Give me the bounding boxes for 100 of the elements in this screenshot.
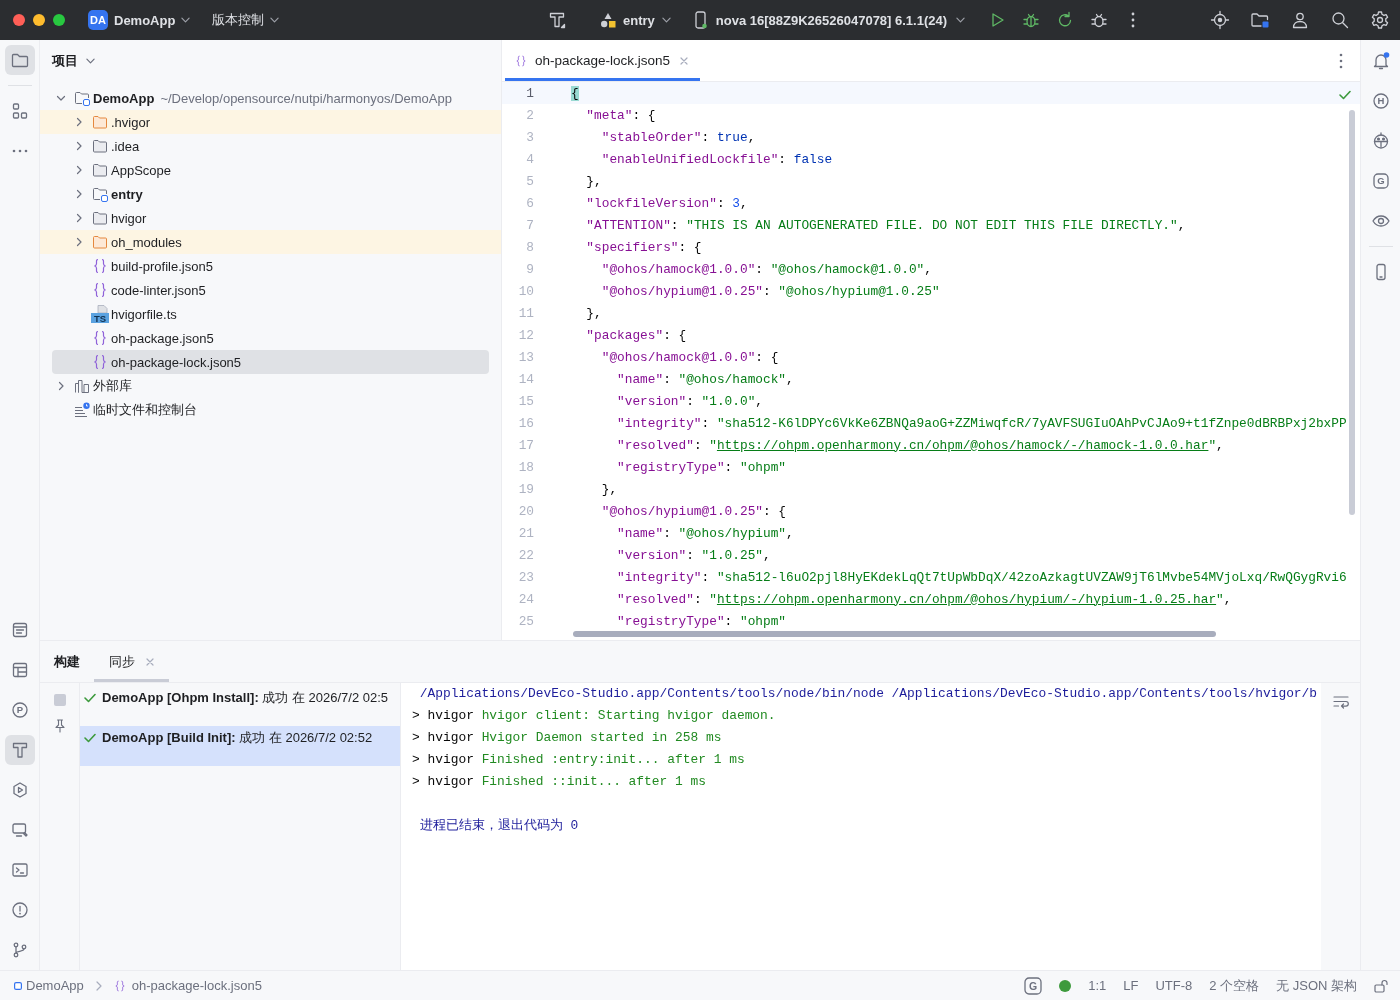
line-number: 20: [518, 503, 534, 519]
code-line: },: [586, 173, 602, 189]
line-number: 25: [518, 613, 534, 629]
tree-item[interactable]: entry: [40, 182, 501, 206]
device-menu[interactable]: nova 16[88Z9K26526047078] 6.1.1(24): [690, 6, 970, 34]
code-line: "integrity": "sha512-l6uO2pjl8HyEKdekLqQt7tUpWbDqX/42zoAzkagtUVZAW9jT6lMvbe54MVjoLxq/RwQGygRvi6: [617, 569, 1347, 585]
library-icon: [74, 378, 90, 394]
folder-icon[interactable]: [1250, 10, 1270, 30]
close-window-button[interactable]: [13, 14, 25, 26]
tree-item[interactable]: code-linter.json5: [40, 278, 501, 302]
tree-item[interactable]: DemoApp ~/Develop/opensource/nutpi/harmonyos/DemoApp: [40, 86, 501, 110]
folder-icon: [92, 210, 108, 226]
letter-square-icon[interactable]: G: [1370, 171, 1391, 191]
status-bar-item[interactable]: 1:1: [1088, 978, 1107, 993]
more-icon[interactable]: [1339, 52, 1343, 69]
status-dot-icon[interactable]: [1059, 979, 1072, 992]
run-configuration-menu[interactable]: entry: [596, 6, 675, 34]
code-line: },: [586, 305, 602, 321]
line-number: 11: [518, 305, 534, 321]
line-number: 3: [526, 129, 534, 145]
tree-item[interactable]: TS hvigorfile.ts: [40, 302, 501, 326]
tree-item[interactable]: oh-package-lock.json5: [52, 350, 489, 374]
list-icon: [74, 402, 90, 418]
build-task[interactable]: DemoApp [Build Init]: 成功 在 2026/7/2 02:52: [80, 726, 400, 766]
tree-item[interactable]: .idea: [40, 134, 501, 158]
status-bar-item[interactable]: 无 JSON 架构: [1276, 976, 1357, 995]
tree-item[interactable]: 外部库: [40, 374, 501, 398]
line-number: 24: [518, 591, 534, 607]
code-line: "name": "@ohos/hypium",: [617, 525, 794, 541]
code-line: },: [601, 481, 618, 497]
settings-icon[interactable]: [1370, 10, 1390, 30]
console-line: 进程已结束，退出代码为 0: [418, 817, 579, 835]
console-line: > hvigor Finished :entry:init... after 1 ms: [412, 751, 745, 769]
code-line: "integrity": "sha512-K6lDPYc6VkKe6ZBNQa9aoG+ZZMiwqfcR/7yAVFSUGIuOAhPvCJAo9+t1fZnpe0dBRBPxj2bxPP: [617, 415, 1347, 431]
code-line: "name": "@ohos/hamock",: [617, 371, 794, 387]
tree-item[interactable]: 临时文件和控制台: [40, 398, 501, 422]
tree-item[interactable]: oh-package.json5: [40, 326, 501, 350]
vcs-menu[interactable]: 版本控制: [208, 6, 284, 34]
line-number: 7: [526, 217, 534, 233]
braces-icon: [92, 330, 108, 346]
more-icon[interactable]: [1131, 12, 1136, 28]
folder-icon: [92, 114, 108, 130]
line-number: 13: [518, 349, 534, 365]
tree-item[interactable]: build-profile.json5: [40, 254, 501, 278]
code-line: "resolved": "https://ohpm.openharmony.cn/ohpm/@ohos/hypium/-/hypium-1.0.25.har",: [617, 591, 1232, 607]
project-menu[interactable]: DemoApp: [110, 6, 195, 34]
person-icon[interactable]: [1290, 10, 1310, 30]
shapes-icon: [600, 12, 616, 28]
warning-circle-icon[interactable]: [9, 900, 30, 920]
lock-icon[interactable]: [1374, 978, 1388, 993]
console-line: > hvigor Hvigor Daemon started in 258 ms: [412, 729, 722, 747]
project-view-selector[interactable]: 项目: [52, 49, 95, 73]
minimize-window-button[interactable]: [33, 14, 45, 26]
chevron-right-icon: [95, 980, 102, 991]
tree-item[interactable]: AppScope: [40, 158, 501, 182]
code-line: "@ohos/hypium@1.0.25": {: [601, 503, 787, 519]
line-number: 10: [518, 283, 534, 299]
caret-icon: [956, 17, 966, 23]
tree-item[interactable]: oh_modules: [40, 230, 501, 254]
status-bar-item[interactable]: 2 个空格: [1209, 976, 1260, 995]
breadcrumb[interactable]: oh-package-lock.json5: [113, 978, 262, 993]
line-number: 5: [526, 173, 534, 189]
code-link[interactable]: https://ohpm.openharmony.cn/ohpm/@ohos/hamock/-/hamock-1.0.0.har: [716, 437, 1209, 453]
hammer-icon[interactable]: [547, 10, 567, 30]
horizontal-scrollbar[interactable]: [573, 631, 1216, 637]
pin-icon[interactable]: [53, 719, 66, 733]
build-task[interactable]: DemoApp [Ohpm Install]: 成功 在 2026/7/2 02:5: [80, 686, 400, 726]
letter-circle-icon[interactable]: H: [1370, 91, 1391, 111]
monitor-icon[interactable]: [9, 820, 30, 840]
code-line: "@ohos/hypium@1.0.25": "@ohos/hypium@1.0.25": [601, 283, 940, 299]
vertical-scrollbar[interactable]: [1349, 110, 1355, 515]
folder-icon[interactable]: [4, 45, 35, 75]
soft-wrap-icon[interactable]: [1332, 695, 1349, 709]
tree-item[interactable]: hvigor: [40, 206, 501, 230]
breadcrumb[interactable]: DemoApp: [14, 978, 84, 993]
braces-icon: [92, 282, 108, 298]
code-line: "@ohos/hamock@1.0.0": {: [601, 349, 779, 365]
code-line: "meta": {: [586, 107, 656, 123]
crosshair-icon[interactable]: [1210, 10, 1230, 30]
terminal-icon[interactable]: [9, 860, 30, 880]
status-bar-item[interactable]: LF: [1123, 978, 1139, 993]
letter-circle-icon[interactable]: P: [9, 700, 30, 720]
status-bar-item[interactable]: UTF-8: [1155, 978, 1193, 993]
console-line: > hvigor hvigor client: Starting hvigor daemon.: [412, 707, 776, 725]
square-icon: [14, 981, 22, 990]
line-number: 16: [518, 415, 534, 431]
console-line: > hvigor Finished ::init... after 1 ms: [412, 773, 706, 791]
braces-icon: [515, 53, 527, 68]
tree-item[interactable]: .hvigor: [40, 110, 501, 134]
editor-tab[interactable]: oh-package-lock.json5: [505, 40, 701, 81]
hammer-icon[interactable]: [4, 735, 35, 765]
panel-tab[interactable]: 同步: [94, 641, 169, 682]
code-link[interactable]: https://ohpm.openharmony.cn/ohpm/@ohos/hypium/-/hypium-1.0.25.har: [716, 591, 1217, 607]
zoom-window-button[interactable]: [53, 14, 65, 26]
code-line: "ATTENTION": "THIS IS AN AUTOGENERATED FILE. DO NOT EDIT THIS FILE DIRECTLY.",: [586, 217, 1186, 233]
line-number: 12: [518, 327, 534, 343]
search-icon[interactable]: [1330, 10, 1350, 30]
letter-square-icon[interactable]: G: [1024, 976, 1043, 995]
folder-icon: [92, 138, 108, 154]
module-folder-icon: [92, 186, 108, 202]
